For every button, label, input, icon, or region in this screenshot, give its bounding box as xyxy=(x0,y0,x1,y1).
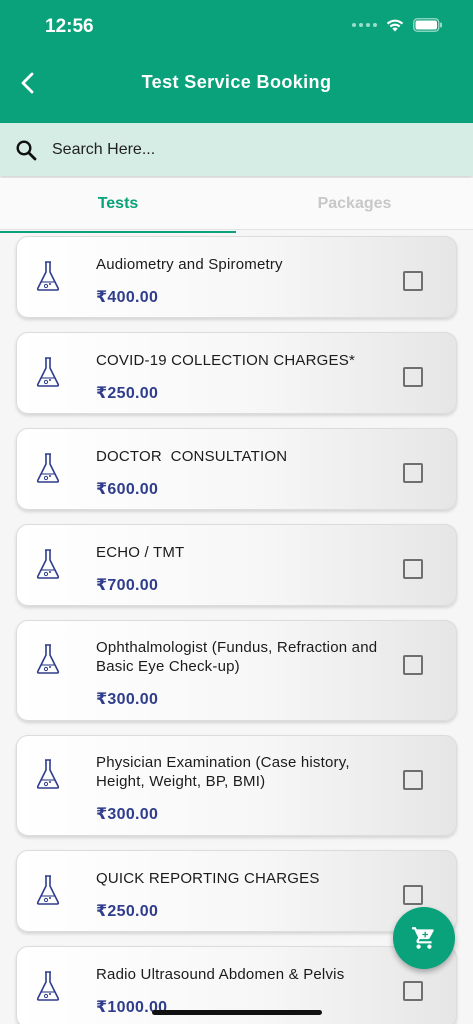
flask-icon xyxy=(36,875,60,905)
tab-tests[interactable]: Tests xyxy=(0,178,236,233)
tab-bar: Tests Packages xyxy=(0,178,473,233)
search-icon xyxy=(14,138,38,162)
test-card-echo-tmt[interactable]: ECHO / TMT ₹700.00 xyxy=(16,524,457,606)
test-price: ₹400.00 xyxy=(96,289,159,306)
test-price: ₹600.00 xyxy=(96,481,159,498)
flask-icon xyxy=(36,644,60,674)
flask-icon xyxy=(36,357,60,387)
test-checkbox[interactable] xyxy=(403,367,423,387)
test-name: QUICK REPORTING CHARGES xyxy=(96,870,320,887)
test-price: ₹700.00 xyxy=(96,577,159,594)
test-checkbox[interactable] xyxy=(403,271,423,291)
home-indicator xyxy=(152,1010,322,1015)
test-checkbox[interactable] xyxy=(403,885,423,905)
test-price: ₹300.00 xyxy=(96,806,159,823)
app-header: 12:56 Test Service Booking xyxy=(0,0,473,123)
cart-icon xyxy=(412,927,434,949)
search-input[interactable] xyxy=(52,140,432,159)
test-price: ₹300.00 xyxy=(96,691,159,708)
test-price: ₹250.00 xyxy=(96,385,159,402)
test-name: Radio Ultrasound Abdomen & Pelvis xyxy=(96,966,345,983)
test-card-ophthalmologist[interactable]: Ophthalmologist (Fundus, Refraction and … xyxy=(16,620,457,721)
flask-icon xyxy=(36,261,60,291)
page-title: Test Service Booking xyxy=(141,72,332,92)
test-card-doctor-consultation[interactable]: DOCTOR CONSULTATION ₹600.00 xyxy=(16,428,457,510)
test-card-covid[interactable]: COVID-19 COLLECTION CHARGES* ₹250.00 xyxy=(16,332,457,414)
test-checkbox[interactable] xyxy=(403,559,423,579)
search-bar xyxy=(0,123,473,176)
flask-icon xyxy=(36,759,60,789)
flask-icon xyxy=(36,971,60,1001)
tab-packages[interactable]: Packages xyxy=(236,178,473,230)
test-price: ₹250.00 xyxy=(96,903,159,920)
test-checkbox[interactable] xyxy=(403,981,423,1001)
test-checkbox[interactable] xyxy=(403,770,423,790)
test-checkbox[interactable] xyxy=(403,655,423,675)
test-name: COVID-19 COLLECTION CHARGES* xyxy=(96,352,355,369)
signal-icon xyxy=(352,23,377,27)
test-checkbox[interactable] xyxy=(403,463,423,483)
test-name: Audiometry and Spirometry xyxy=(96,256,283,273)
cart-button[interactable] xyxy=(393,907,455,969)
test-name: Ophthalmologist (Fundus, Refraction and … xyxy=(96,639,378,675)
flask-icon xyxy=(36,453,60,483)
tab-divider xyxy=(0,229,473,230)
test-name: Physician Examination (Case history, Hei… xyxy=(96,754,350,790)
status-time: 12:56 xyxy=(45,16,94,37)
test-name: ECHO / TMT xyxy=(96,544,185,561)
test-card-physician-examination[interactable]: Physician Examination (Case history, Hei… xyxy=(16,735,457,836)
test-name: DOCTOR CONSULTATION xyxy=(96,448,288,465)
wifi-icon xyxy=(386,19,404,32)
test-card-audiometry[interactable]: Audiometry and Spirometry ₹400.00 xyxy=(16,236,457,318)
test-card-quick-reporting[interactable]: QUICK REPORTING CHARGES ₹250.00 xyxy=(16,850,457,932)
flask-icon xyxy=(36,549,60,579)
battery-icon xyxy=(413,18,442,32)
status-icons xyxy=(352,17,443,33)
